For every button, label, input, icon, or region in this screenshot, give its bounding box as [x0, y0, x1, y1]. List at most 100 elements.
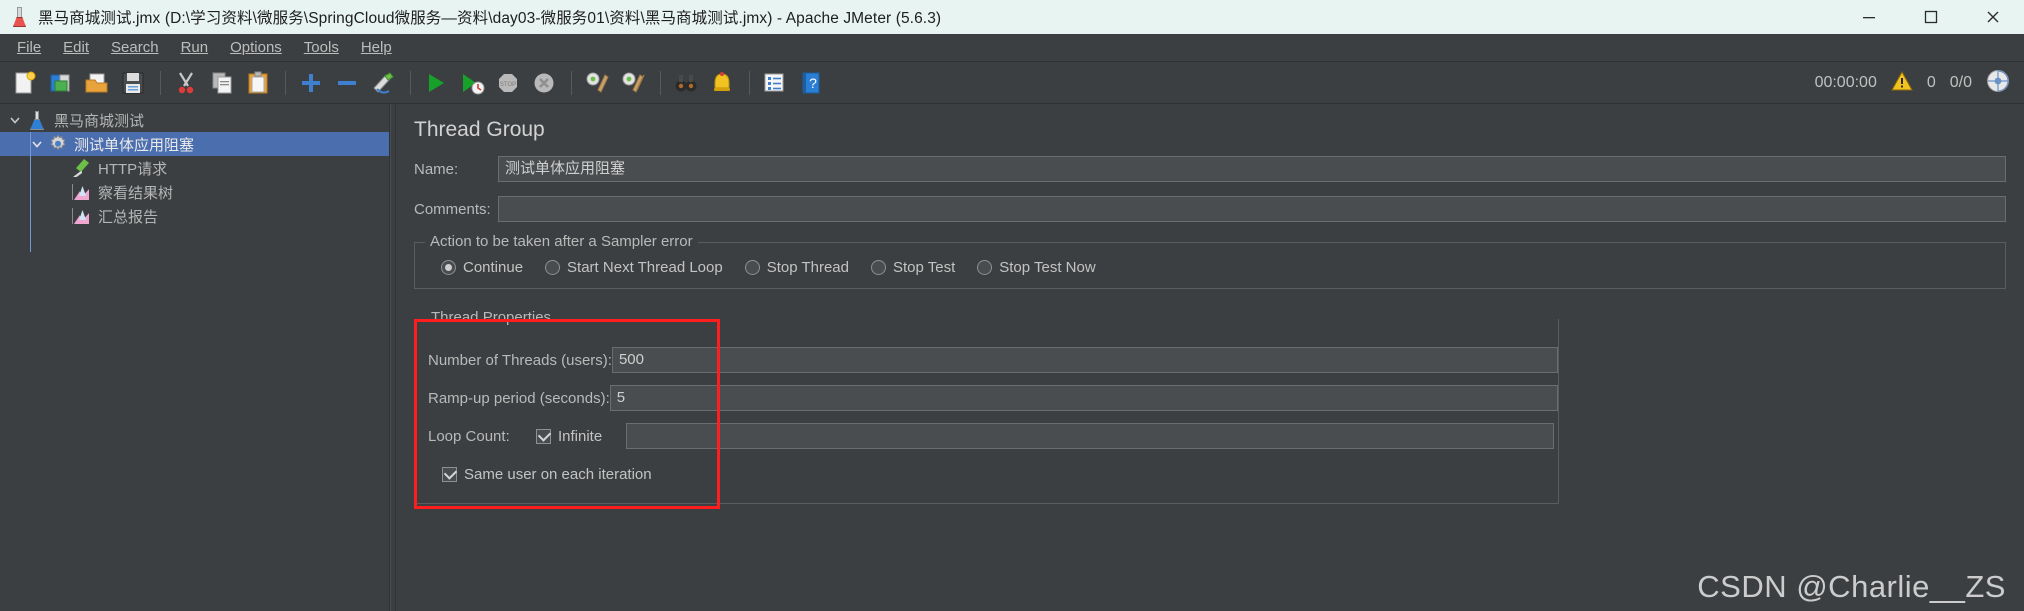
sampler-error-group-title: Action to be taken after a Sampler error — [425, 233, 698, 250]
tree-node-test-plan[interactable]: 黑马商城测试 — [0, 108, 389, 132]
clear-all-icon[interactable] — [616, 66, 650, 100]
elapsed-time: 00:00:00 — [1814, 74, 1877, 91]
radio-start-next-thread-loop[interactable]: Start Next Thread Loop — [545, 259, 723, 276]
start-no-timers-icon[interactable] — [455, 66, 489, 100]
tree-node-label: 察看结果树 — [98, 184, 174, 202]
jmeter-window: 黑马商城测试.jmx (D:\学习资料\微服务\SpringCloud微服务—资… — [0, 0, 2024, 611]
toolbar: STOP ? 00:00:00 0 0/0 — [0, 62, 2024, 104]
toolbar-separator — [410, 70, 411, 95]
view-results-tree-icon — [70, 182, 92, 202]
watermark-text: CSDN @Charlie__ZS — [1697, 569, 2006, 604]
menu-help[interactable]: Help — [350, 36, 403, 59]
radio-indicator — [744, 260, 760, 275]
thread-group-editor: Thread Group Name: 测试单体应用阻塞 Comments: Ac… — [396, 104, 2024, 611]
shutdown-icon[interactable] — [527, 66, 561, 100]
close-icon[interactable] — [1962, 0, 2024, 34]
thread-properties-group: Thread Properties Number of Threads (use… — [414, 309, 1559, 504]
tree-root: 黑马商城测试 测试单体应用阻塞 HTTP请求 察看结果树 汇总报告 — [0, 104, 389, 252]
toolbar-separator — [571, 70, 572, 95]
thread-group-gear-icon — [48, 134, 68, 154]
radio-stop-thread[interactable]: Stop Thread — [744, 259, 849, 276]
toolbar-status: 00:00:00 0 0/0 — [1815, 62, 2010, 104]
expand-icon[interactable] — [294, 66, 328, 100]
thread-properties-title: Thread Properties — [426, 309, 557, 326]
loop-count-row: Loop Count: Infinite — [414, 421, 1558, 451]
warning-triangle-icon[interactable] — [1890, 70, 1913, 97]
chevron-down-icon[interactable] — [4, 114, 26, 126]
remote-engine-icon[interactable] — [1986, 69, 2010, 98]
number-of-threads-input[interactable]: 500 — [611, 347, 1558, 373]
test-plan-tree[interactable]: 黑马商城测试 测试单体应用阻塞 HTTP请求 察看结果树 汇总报告 — [0, 104, 390, 611]
name-row: Name: 测试单体应用阻塞 — [396, 156, 2024, 182]
window-title: 黑马商城测试.jmx (D:\学习资料\微服务\SpringCloud微服务—资… — [38, 10, 942, 27]
templates-icon[interactable] — [44, 66, 78, 100]
test-plan-flask-icon — [26, 110, 48, 130]
comments-label: Comments: — [414, 200, 491, 218]
checkbox-indicator — [442, 466, 457, 482]
number-of-threads-label: Number of Threads (users): — [428, 351, 612, 369]
tree-node-thread-group[interactable]: 测试单体应用阻塞 — [0, 132, 389, 156]
tree-node-summary-report[interactable]: 汇总报告 — [0, 204, 389, 228]
sampler-error-radio-row: Continue Start Next Thread Loop Stop Thr… — [427, 259, 1993, 276]
radio-indicator — [545, 260, 561, 275]
reset-search-icon[interactable] — [705, 66, 739, 100]
loop-count-input[interactable] — [626, 423, 1554, 449]
loop-count-label: Loop Count: — [428, 427, 510, 445]
stop-icon[interactable]: STOP — [491, 66, 525, 100]
tree-node-http-request[interactable]: HTTP请求 — [0, 132, 389, 252]
paste-icon[interactable] — [241, 66, 275, 100]
help-icon[interactable]: ? — [794, 66, 828, 100]
number-of-threads-row: Number of Threads (users): 500 — [414, 345, 1558, 375]
toolbar-separator — [160, 70, 161, 95]
radio-stop-test-now[interactable]: Stop Test Now — [977, 259, 1096, 276]
ramp-up-label: Ramp-up period (seconds): — [428, 389, 610, 407]
toolbar-separator — [285, 70, 286, 95]
http-sampler-pipette-icon — [70, 158, 92, 178]
comments-row: Comments: — [396, 196, 2024, 222]
page-title: Thread Group — [414, 118, 545, 141]
radio-stop-test[interactable]: Stop Test — [870, 259, 955, 276]
menu-edit[interactable]: Edit — [52, 36, 100, 59]
menu-bar: File Edit Search Run Options Tools Help — [0, 34, 2024, 62]
same-user-checkbox[interactable]: Same user on each iteration — [428, 466, 652, 483]
tree-node-view-results-tree[interactable]: 察看结果树 — [0, 180, 389, 204]
title-bar: 黑马商城测试.jmx (D:\学习资料\微服务\SpringCloud微服务—资… — [0, 0, 2024, 34]
name-input[interactable]: 测试单体应用阻塞 — [498, 156, 2006, 182]
menu-run[interactable]: Run — [170, 36, 220, 59]
jmeter-flask-icon — [10, 6, 30, 28]
open-icon[interactable] — [80, 66, 114, 100]
start-icon[interactable] — [419, 66, 453, 100]
menu-options[interactable]: Options — [219, 36, 293, 59]
minimize-icon[interactable] — [1838, 0, 1900, 34]
sampler-error-group: Action to be taken after a Sampler error… — [414, 233, 2006, 289]
loop-infinite-checkbox[interactable]: Infinite — [536, 428, 616, 445]
comments-input[interactable] — [498, 196, 2006, 222]
radio-continue[interactable]: Continue — [441, 259, 523, 276]
function-helper-icon[interactable] — [758, 66, 792, 100]
radio-indicator — [977, 260, 993, 275]
search-icon[interactable] — [669, 66, 703, 100]
ramp-up-input[interactable]: 5 — [609, 385, 1558, 411]
toggle-icon[interactable] — [366, 66, 400, 100]
svg-text:STOP: STOP — [500, 82, 516, 88]
thread-properties-wrap: Thread Properties Number of Threads (use… — [414, 309, 1559, 509]
same-user-row: Same user on each iteration — [414, 459, 1558, 489]
menu-file[interactable]: File — [6, 36, 52, 59]
toolbar-separator — [660, 70, 661, 95]
window-controls — [1838, 0, 2024, 34]
content-split: 黑马商城测试 测试单体应用阻塞 HTTP请求 察看结果树 汇总报告 Thread… — [0, 104, 2024, 611]
thread-count: 0/0 — [1949, 74, 1972, 91]
menu-tools[interactable]: Tools — [293, 36, 350, 59]
warning-count: 0 — [1926, 74, 1936, 91]
clear-icon[interactable] — [580, 66, 614, 100]
toolbar-separator — [749, 70, 750, 95]
svg-text:?: ? — [809, 75, 817, 91]
radio-indicator — [441, 260, 456, 275]
cut-icon[interactable] — [169, 66, 203, 100]
copy-icon[interactable] — [205, 66, 239, 100]
menu-search[interactable]: Search — [100, 36, 170, 59]
save-icon[interactable] — [116, 66, 150, 100]
collapse-icon[interactable] — [330, 66, 364, 100]
new-icon[interactable] — [8, 66, 42, 100]
maximize-icon[interactable] — [1900, 0, 1962, 34]
